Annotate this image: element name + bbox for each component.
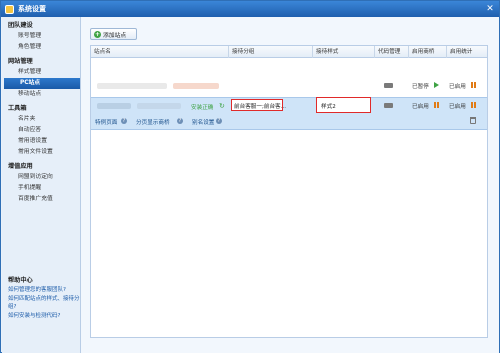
sidebar-item-accounts[interactable]: 账号管理 <box>2 31 80 42</box>
add-site-label: 添加站点 <box>103 32 127 39</box>
site-url-blurred <box>137 103 181 109</box>
help-link-install[interactable]: 如何安装与检测代码? <box>2 312 81 321</box>
play-icon[interactable] <box>434 82 439 88</box>
sidebar-group-title: 团队建设 <box>8 22 33 29</box>
pause-icon[interactable] <box>471 102 476 108</box>
sidebar-item-phrases[interactable]: 常用语设置 <box>2 136 80 147</box>
sidebar-group-title: 网站管理 <box>8 58 33 65</box>
site-name-blurred <box>97 103 131 109</box>
help-center: 帮助中心 如何管理您的客服团队? 如何匹配站点的样式、接待分组? 如何安装与检测… <box>2 276 81 320</box>
app-icon <box>5 4 14 14</box>
sidebar-item-auto-reply[interactable]: 自动应答 <box>2 125 80 136</box>
sidebar-group-addons: 增值应用 网盟到访定向 手机提醒 百度推广充值 <box>2 162 80 205</box>
refresh-icon[interactable]: ↻ <box>219 102 225 110</box>
group-cell[interactable]: 前台客服一;前台客... <box>231 99 286 111</box>
install-status: 安装正确 <box>191 105 214 111</box>
help-link-team[interactable]: 如何管理您的客服团队? <box>2 286 81 295</box>
code-icon[interactable] <box>384 103 393 108</box>
sidebar-item-roles[interactable]: 角色管理 <box>2 42 80 53</box>
group-value: 前台客服一;前台客... <box>234 104 286 110</box>
site-url-blurred <box>173 83 219 89</box>
table-row-selected[interactable]: 安装正确 ↻ 前台客服一;前台客... 样式2 已启用 已启用 特例页面 ? 分… <box>91 97 487 130</box>
sidebar-group-title: 工具箱 <box>8 105 27 112</box>
sidebar-item-files[interactable]: 常用文件设置 <box>2 147 80 158</box>
title-bar[interactable]: 系统设置 ✕ <box>1 1 499 17</box>
help-icon[interactable]: ? <box>177 118 183 124</box>
bridge-status: 已启用 <box>412 104 429 110</box>
table-row[interactable]: 已暂停 已启用 <box>91 79 487 92</box>
help-icon[interactable]: ? <box>216 118 222 124</box>
pause-icon[interactable] <box>434 102 439 108</box>
style-cell[interactable]: 样式2 <box>316 97 371 113</box>
pause-icon[interactable] <box>471 82 476 88</box>
stats-status: 已启用 <box>449 104 466 110</box>
col-stats[interactable]: 启用统计 <box>447 46 487 58</box>
sidebar-group-tools: 工具箱 名片夹 自动应答 常用语设置 常用文件设置 <box>2 104 80 158</box>
trash-icon[interactable] <box>470 117 476 124</box>
col-site-name[interactable]: 站点名 <box>91 46 229 58</box>
stats-status: 已启用 <box>449 84 466 90</box>
col-bridge[interactable]: 启用商桥 <box>409 46 447 58</box>
sidebar-item-mobile-site[interactable]: 移动站点 <box>2 89 80 100</box>
col-code[interactable]: 代码管理 <box>375 46 409 58</box>
link-alias[interactable]: 别名设置 <box>192 118 214 126</box>
site-name-blurred <box>97 83 167 89</box>
link-special-pages[interactable]: 特例页面 <box>95 118 117 126</box>
settings-window: 系统设置 ✕ 团队建设 账号管理 角色管理 网站管理 样式管理 PC站点 移动站… <box>0 0 500 353</box>
help-link-match[interactable]: 如何匹配站点的样式、接待分组? <box>2 295 81 312</box>
sidebar-group-site: 网站管理 样式管理 PC站点 移动站点 <box>2 57 80 100</box>
sidebar-item-mobile-alert[interactable]: 手机提醒 <box>2 183 80 194</box>
link-paged-bridge[interactable]: 分页显示商桥 <box>136 118 170 126</box>
help-icon[interactable]: ? <box>121 118 127 124</box>
plus-icon: + <box>94 30 101 38</box>
close-icon[interactable]: ✕ <box>485 4 495 14</box>
sidebar-item-cards[interactable]: 名片夹 <box>2 114 80 125</box>
col-group[interactable]: 接待分组 <box>229 46 313 58</box>
table-header: 站点名 接待分组 接待样式 代码管理 启用商桥 启用统计 <box>91 46 487 58</box>
code-icon[interactable] <box>384 83 393 88</box>
sidebar-group-title: 增值应用 <box>8 163 33 170</box>
main-panel: + 添加站点 站点名 接待分组 接待样式 代码管理 启用商桥 启用统计 已暂停 … <box>81 17 499 353</box>
style-value: 样式2 <box>321 104 336 110</box>
help-title: 帮助中心 <box>8 277 33 284</box>
site-table: 站点名 接待分组 接待样式 代码管理 启用商桥 启用统计 已暂停 已启用 安装正… <box>90 45 488 338</box>
window-title: 系统设置 <box>18 5 46 13</box>
sidebar-item-pc-site[interactable]: PC站点 <box>4 78 80 89</box>
sidebar-item-styles[interactable]: 样式管理 <box>2 67 80 78</box>
add-site-button[interactable]: + 添加站点 <box>90 28 137 40</box>
sidebar-group-team: 团队建设 账号管理 角色管理 <box>2 21 80 53</box>
col-style[interactable]: 接待样式 <box>313 46 375 58</box>
bridge-status: 已暂停 <box>412 84 429 90</box>
sidebar-item-targeting[interactable]: 网盟到访定向 <box>2 172 80 183</box>
sidebar-item-recharge[interactable]: 百度推广充值 <box>2 194 80 205</box>
